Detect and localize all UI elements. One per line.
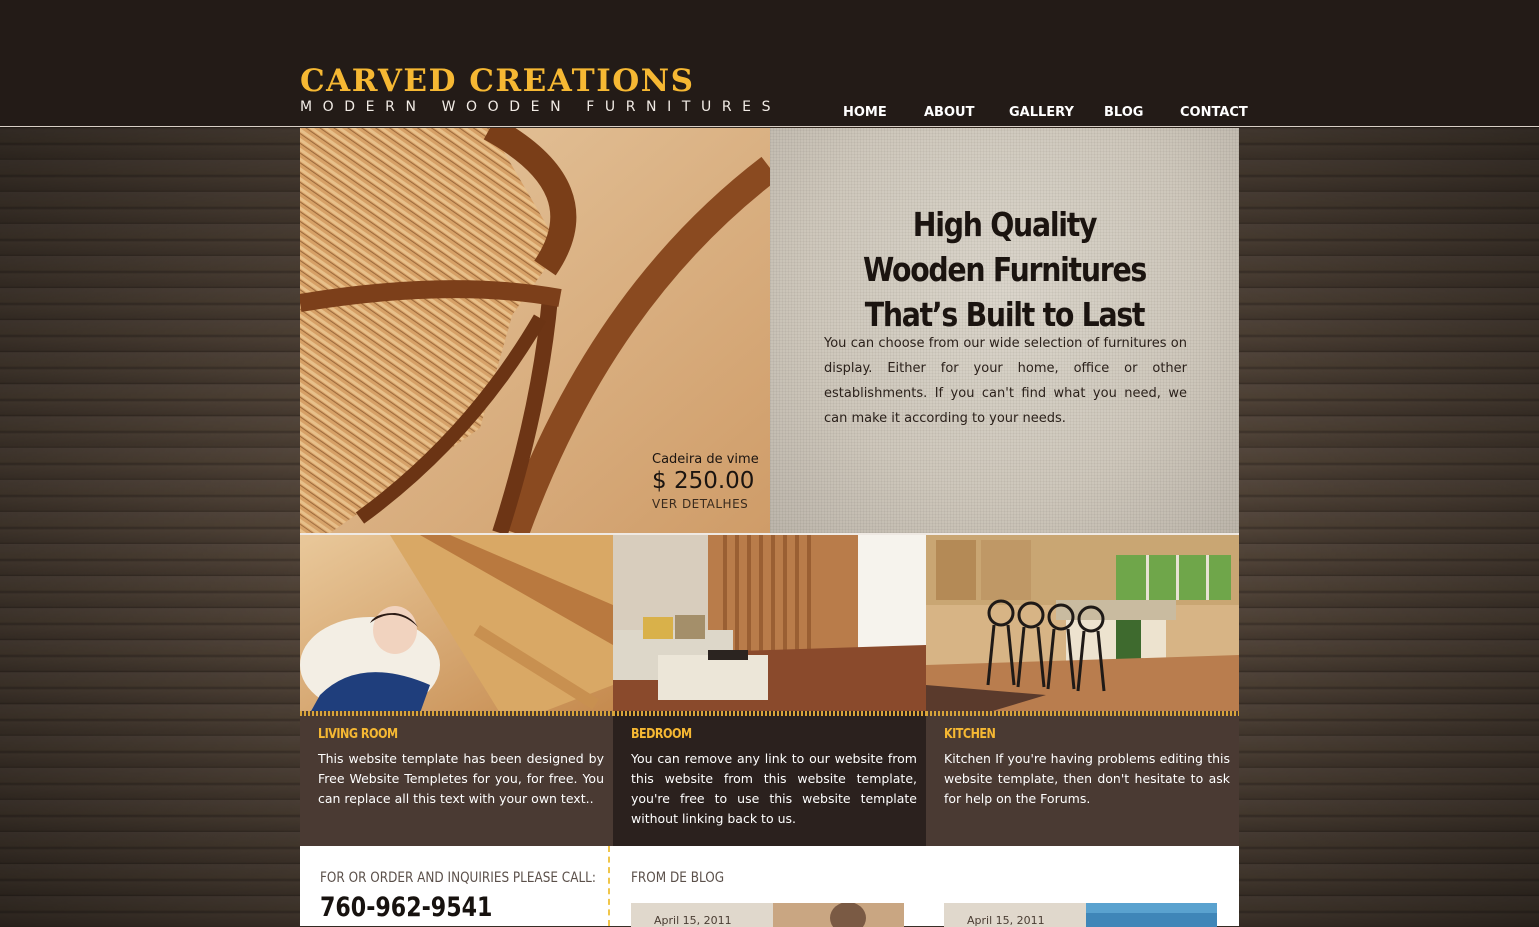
room-title[interactable]: LIVING ROOM [318, 727, 564, 742]
room-description: Kitchen If you're having problems editin… [944, 751, 1230, 806]
logo-subtitle: MODERN WOODEN FURNITURES [300, 99, 782, 115]
room-title[interactable]: KITCHEN [944, 727, 1190, 742]
room-body-living: LIVING ROOM This website template has be… [300, 711, 613, 846]
hero-paragraph: You can choose from our wide selection o… [824, 336, 1187, 426]
room-card-bedroom: BEDROOM You can remove any link to our w… [613, 533, 926, 846]
blog-panel: FROM DE BLOG April 15, 2011 April 15, 20… [610, 846, 1239, 927]
blog-post-thumbnail [773, 903, 904, 927]
blog-post-date: April 15, 2011 [654, 914, 732, 927]
blog-post-thumbnail [1086, 903, 1217, 927]
product-price-box: Cadeira de vime $ 250.00 VER DETALHES [652, 452, 759, 511]
hero-text-panel: High Quality Wooden Furnitures That’s Bu… [770, 128, 1239, 533]
room-description: This website template has been designed … [318, 751, 604, 806]
logo[interactable]: CARVED CREATIONS MODERN WOODEN FURNITURE… [300, 64, 781, 115]
product-price: $ 250.00 [652, 468, 755, 494]
room-card-kitchen: KITCHEN Kitchen If you're having problem… [926, 533, 1239, 846]
order-label: FOR OR ORDER AND INQUIRIES PLEASE CALL: [320, 870, 596, 886]
living-room-image[interactable] [300, 533, 613, 711]
bottom-section: FOR OR ORDER AND INQUIRIES PLEASE CALL: … [300, 846, 1239, 927]
room-card-living: LIVING ROOM This website template has be… [300, 533, 613, 846]
nav-home[interactable]: HOME [843, 105, 887, 120]
product-details-link[interactable]: VER DETALHES [652, 497, 759, 511]
rooms-section: LIVING ROOM This website template has be… [300, 533, 1239, 846]
room-description: You can remove any link to our website f… [631, 751, 917, 826]
blog-post-card[interactable]: April 15, 2011 [944, 903, 1217, 927]
main-content: Cadeira de vime $ 250.00 VER DETALHES Hi… [300, 128, 1239, 927]
kitchen-image[interactable] [926, 533, 1239, 711]
hero-heading-line2: Wooden Furnitures [862, 250, 1147, 289]
room-body-bedroom: BEDROOM You can remove any link to our w… [613, 711, 926, 846]
nav-about[interactable]: ABOUT [924, 105, 974, 120]
order-phone: 760-962-9541 [320, 892, 493, 923]
order-panel: FOR OR ORDER AND INQUIRIES PLEASE CALL: … [300, 846, 610, 926]
hero-section: Cadeira de vime $ 250.00 VER DETALHES Hi… [300, 128, 1239, 533]
site-header: CARVED CREATIONS MODERN WOODEN FURNITURE… [0, 0, 1539, 127]
blog-label: FROM DE BLOG [631, 870, 725, 886]
hero-chair-image: Cadeira de vime $ 250.00 VER DETALHES [300, 128, 770, 533]
nav-contact[interactable]: CONTACT [1180, 105, 1248, 120]
blog-post-date: April 15, 2011 [967, 914, 1045, 927]
bedroom-image[interactable] [613, 533, 926, 711]
nav-blog[interactable]: BLOG [1104, 105, 1143, 120]
hero-heading: High Quality Wooden Furnitures That’s Bu… [803, 202, 1206, 337]
product-name: Cadeira de vime [652, 452, 759, 467]
hero-heading-line1: High Quality [912, 205, 1098, 244]
room-title[interactable]: BEDROOM [631, 727, 877, 742]
blog-post-card[interactable]: April 15, 2011 [631, 903, 904, 927]
nav-gallery[interactable]: GALLERY [1009, 105, 1074, 120]
room-body-kitchen: KITCHEN Kitchen If you're having problem… [926, 711, 1239, 846]
logo-title[interactable]: CARVED CREATIONS [300, 64, 781, 98]
